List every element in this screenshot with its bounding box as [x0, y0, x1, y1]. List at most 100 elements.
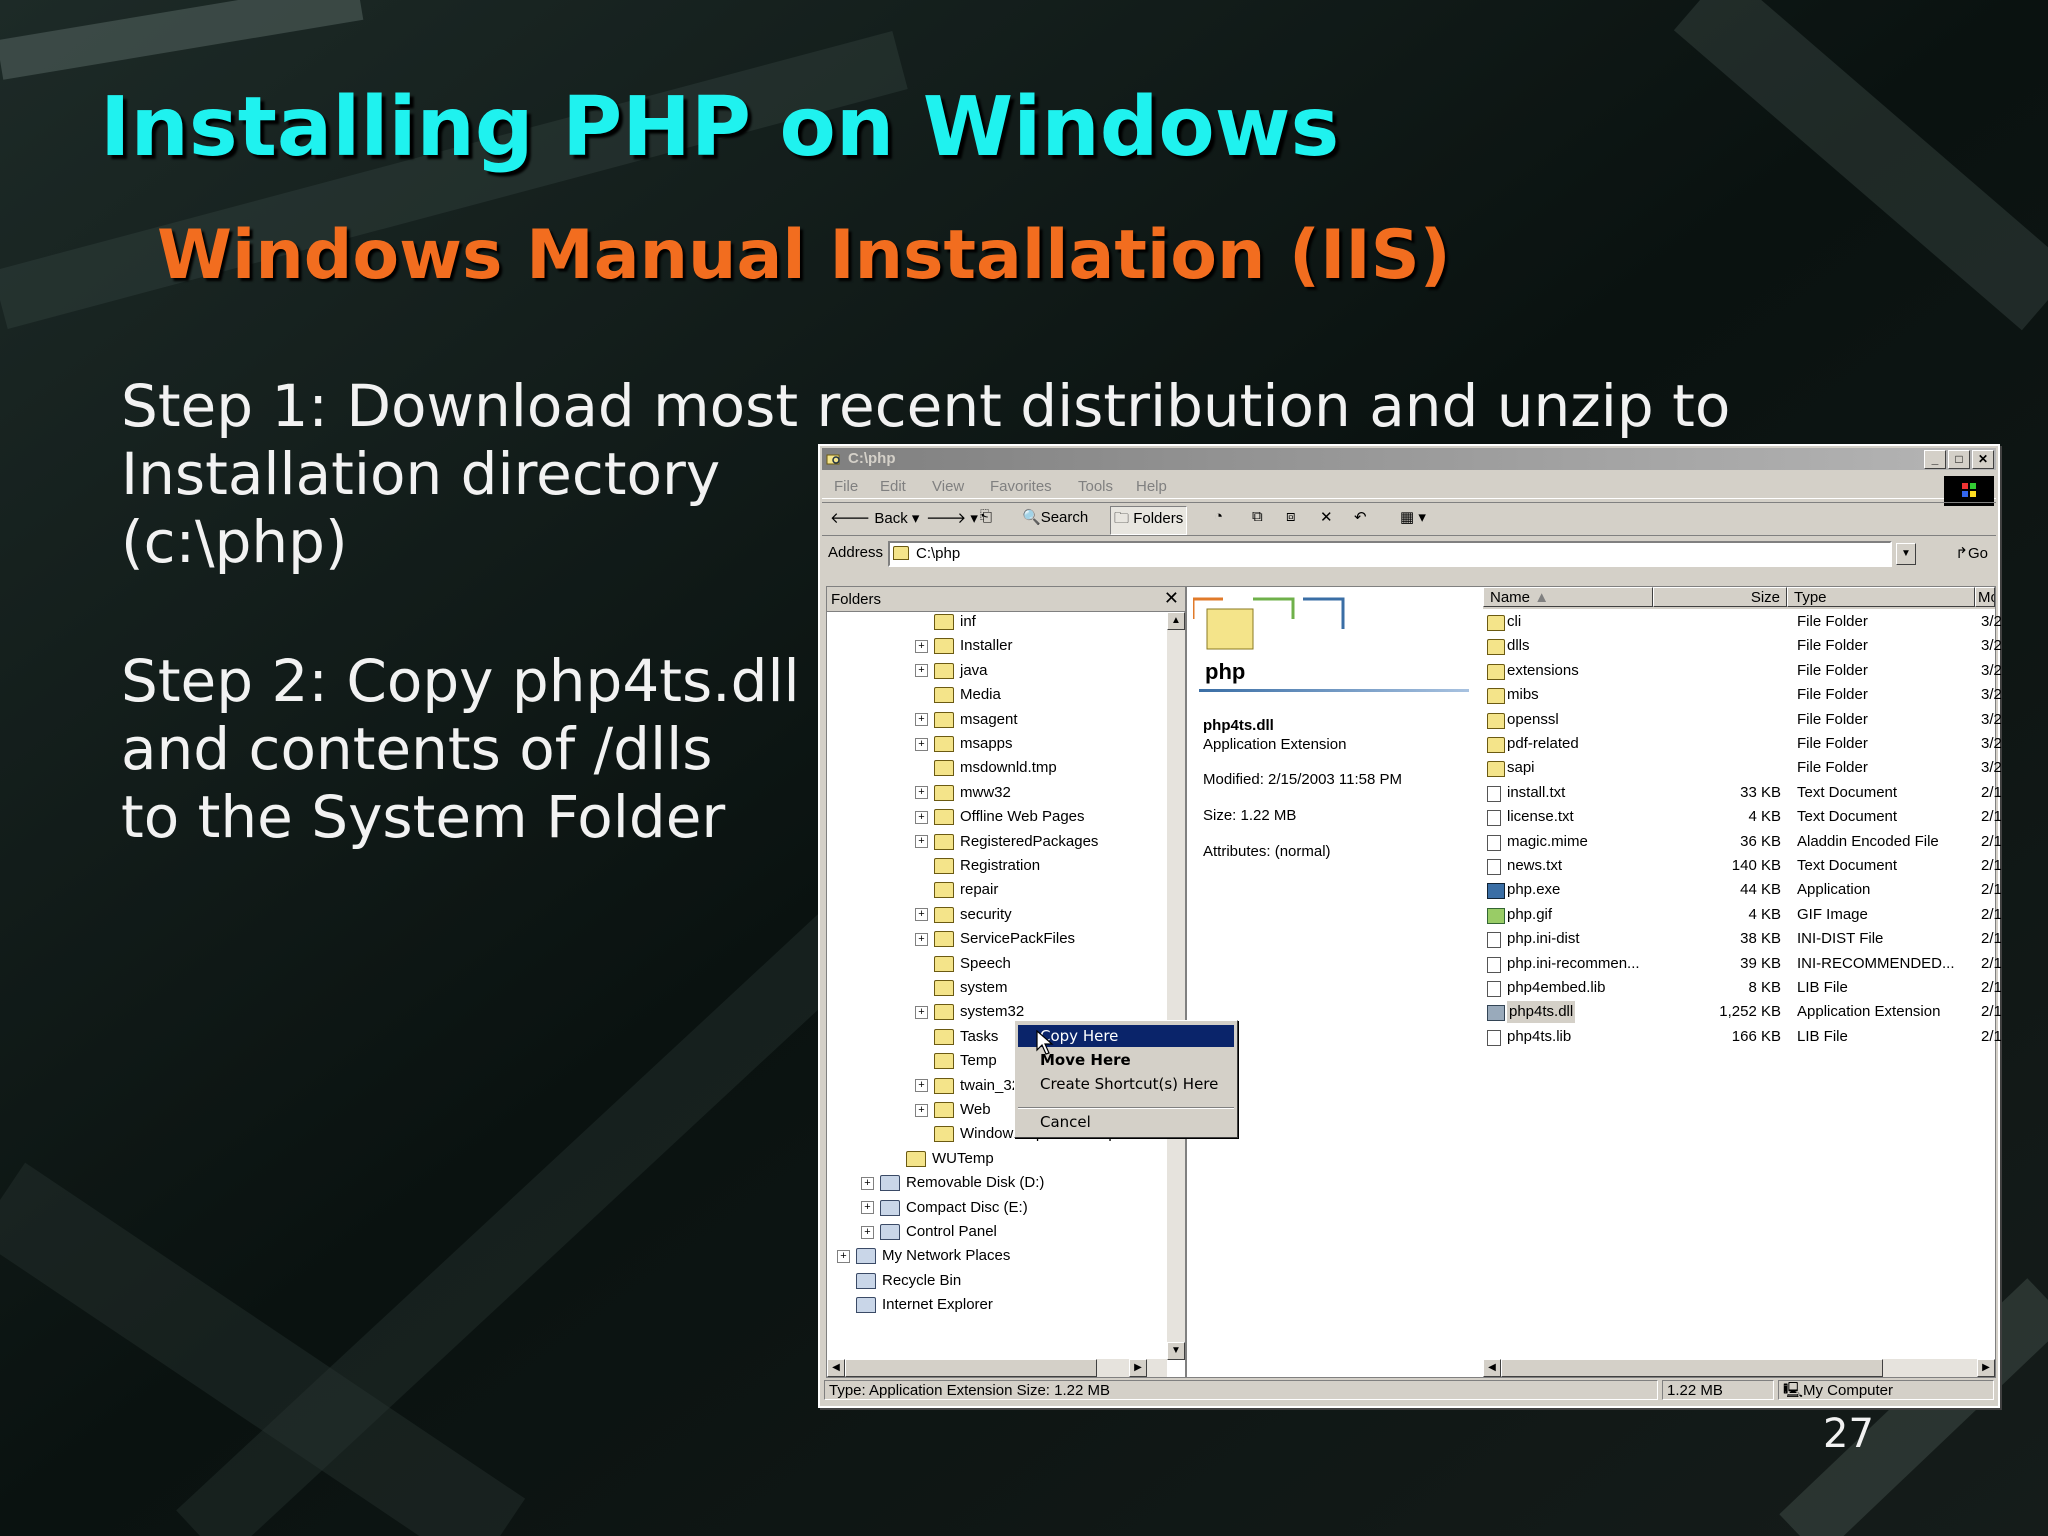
undo-button[interactable]: ↶	[1354, 508, 1367, 526]
up-folder-button[interactable]: ⎗	[980, 508, 992, 525]
column-header-name[interactable]: Name ▲	[1483, 587, 1653, 607]
maximize-button[interactable]: □	[1948, 450, 1970, 469]
scroll-left-arrow-icon[interactable]: ◀	[827, 1359, 845, 1377]
expand-icon[interactable]: +	[915, 713, 928, 727]
folder-tree-item[interactable]: + Compact Disc (E:)	[861, 1197, 1028, 1219]
expand-icon[interactable]: +	[915, 932, 928, 946]
expand-icon[interactable]: +	[915, 737, 928, 751]
folder-tree-item[interactable]: + system32	[915, 1001, 1024, 1023]
folder-tree-item[interactable]: + java	[915, 660, 988, 682]
copy-to-button[interactable]: ⧈	[1286, 508, 1296, 525]
expand-icon[interactable]: +	[915, 1079, 928, 1093]
history-button[interactable]: ◔	[1214, 508, 1223, 525]
file-list-row[interactable]: dlls File Folder 3/2	[1483, 635, 2002, 657]
expand-icon[interactable]: +	[837, 1249, 850, 1263]
expand-icon[interactable]: +	[915, 810, 928, 824]
scroll-up-arrow-icon[interactable]: ▲	[1167, 612, 1185, 630]
menu-item-cancel[interactable]: Cancel	[1018, 1111, 1234, 1133]
folder-tree-item[interactable]: WUTemp	[887, 1148, 994, 1170]
file-list-row[interactable]: php4embed.lib 8 KB LIB File 2/1	[1483, 977, 2002, 999]
file-list-row[interactable]: cli File Folder 3/2	[1483, 611, 2002, 633]
expand-icon[interactable]: +	[915, 786, 928, 800]
folder-tree-item[interactable]: + security	[915, 904, 1012, 926]
folder-tree-item[interactable]: Registration	[915, 855, 1040, 877]
move-to-button[interactable]: ⧉	[1252, 508, 1263, 525]
close-button[interactable]: ✕	[1972, 450, 1994, 469]
folder-tree-item[interactable]: + Web	[915, 1099, 991, 1121]
file-list-row[interactable]: sapi File Folder 3/2	[1483, 757, 2002, 779]
menu-help[interactable]: Help	[1136, 478, 1167, 495]
file-list-row[interactable]: extensions File Folder 3/2	[1483, 660, 2002, 682]
expand-icon[interactable]: +	[915, 639, 928, 653]
folder-tree-item[interactable]: inf	[915, 611, 976, 633]
column-header-modified[interactable]: Mod	[1975, 587, 1995, 607]
close-folders-pane-button[interactable]: ✕	[1164, 588, 1179, 609]
folder-tree-item[interactable]: msdownld.tmp	[915, 757, 1057, 779]
expand-icon[interactable]: +	[915, 664, 928, 678]
go-button[interactable]: ↱Go	[1955, 544, 1988, 562]
file-list-row[interactable]: mibs File Folder 3/2	[1483, 684, 2002, 706]
folder-tree-item[interactable]: system	[915, 977, 1008, 999]
folder-tree-item[interactable]: Recycle Bin	[837, 1270, 961, 1292]
folder-tree-item[interactable]: + ServicePackFiles	[915, 928, 1075, 950]
file-list-row[interactable]: install.txt 33 KB Text Document 2/1	[1483, 782, 2002, 804]
folders-button[interactable]: 🗀 Folders	[1110, 506, 1188, 535]
folder-tree-item[interactable]: repair	[915, 879, 998, 901]
folders-horizontal-scrollbar[interactable]: ◀ ▶	[827, 1359, 1167, 1377]
folder-tree-item[interactable]: + twain_32	[915, 1075, 1020, 1097]
column-header-size[interactable]: Size	[1653, 587, 1787, 607]
folder-tree-item[interactable]: + My Network Places	[837, 1245, 1010, 1267]
menu-item-create-shortcut[interactable]: Create Shortcut(s) Here	[1018, 1073, 1234, 1095]
menu-favorites[interactable]: Favorites	[990, 478, 1052, 495]
folder-tree-item[interactable]: + Offline Web Pages	[915, 806, 1085, 828]
scroll-thumb[interactable]	[845, 1359, 1097, 1377]
delete-button[interactable]: ✕	[1320, 508, 1333, 526]
file-list-row[interactable]: openssl File Folder 3/2	[1483, 709, 2002, 731]
folder-tree-item[interactable]: + RegisteredPackages	[915, 831, 1098, 853]
folder-tree-item[interactable]: + mww32	[915, 782, 1011, 804]
files-horizontal-scrollbar[interactable]: ◀ ▶	[1483, 1359, 1995, 1377]
column-header-type[interactable]: Type	[1787, 587, 1975, 607]
folder-tree-item[interactable]: Speech	[915, 953, 1011, 975]
file-list-row[interactable]: php.exe 44 KB Application 2/1	[1483, 879, 2002, 901]
back-button[interactable]: 🡐 Back ▾	[830, 508, 919, 527]
menu-view[interactable]: View	[932, 478, 964, 495]
folder-tree-item[interactable]: + Removable Disk (D:)	[861, 1172, 1044, 1194]
folder-tree-item[interactable]: Media	[915, 684, 1001, 706]
file-list-row[interactable]: php4ts.dll 1,252 KB Application Extension 2…	[1483, 1001, 2002, 1024]
folder-tree-item[interactable]: Tasks	[915, 1026, 998, 1048]
menu-file[interactable]: File	[834, 478, 858, 495]
expand-icon[interactable]: +	[915, 1103, 928, 1117]
address-input[interactable]: C:\php	[888, 541, 1892, 567]
folder-tree-item[interactable]: + Installer	[915, 635, 1013, 657]
expand-icon[interactable]: +	[915, 908, 928, 922]
expand-icon[interactable]: +	[915, 1005, 928, 1019]
file-list-row[interactable]: php.ini-recommen... 39 KB INI-RECOMMENDED.…	[1483, 953, 2002, 975]
scroll-left-arrow-icon[interactable]: ◀	[1483, 1359, 1501, 1377]
file-list-row[interactable]: magic.mime 36 KB Aladdin Encoded File 2/1	[1483, 831, 2002, 853]
file-list-row[interactable]: news.txt 140 KB Text Document 2/1	[1483, 855, 2002, 877]
folder-tree-item[interactable]: Temp	[915, 1050, 997, 1072]
scroll-right-arrow-icon[interactable]: ▶	[1977, 1359, 1995, 1377]
folder-tree-item[interactable]: Internet Explorer	[837, 1294, 993, 1316]
folder-tree-item[interactable]: + msapps	[915, 733, 1013, 755]
folder-tree-item[interactable]: + Control Panel	[861, 1221, 997, 1243]
file-list-row[interactable]: php.gif 4 KB GIF Image 2/1	[1483, 904, 2002, 926]
expand-icon[interactable]: +	[861, 1225, 874, 1239]
expand-icon[interactable]: +	[915, 835, 928, 849]
title-bar[interactable]: C:\php _ □ ✕	[822, 448, 1996, 470]
menu-tools[interactable]: Tools	[1078, 478, 1113, 495]
file-list-row[interactable]: php.ini-dist 38 KB INI-DIST File 2/1	[1483, 928, 2002, 950]
file-list-row[interactable]: license.txt 4 KB Text Document 2/1	[1483, 806, 2002, 828]
scroll-down-arrow-icon[interactable]: ▼	[1167, 1342, 1185, 1360]
views-button[interactable]: ▦ ▾	[1400, 508, 1426, 526]
file-list-row[interactable]: php4ts.lib 166 KB LIB File 2/1	[1483, 1026, 2002, 1048]
file-list-row[interactable]: pdf-related File Folder 3/2	[1483, 733, 2002, 755]
search-button[interactable]: 🔍Search	[1022, 508, 1088, 526]
expand-icon[interactable]: +	[861, 1176, 874, 1190]
menu-edit[interactable]: Edit	[880, 478, 906, 495]
minimize-button[interactable]: _	[1924, 450, 1946, 469]
folders-vertical-scrollbar[interactable]: ▲ ▼	[1167, 612, 1185, 1360]
folder-tree-item[interactable]: + msagent	[915, 709, 1018, 731]
address-dropdown-button[interactable]: ▼	[1896, 543, 1916, 565]
